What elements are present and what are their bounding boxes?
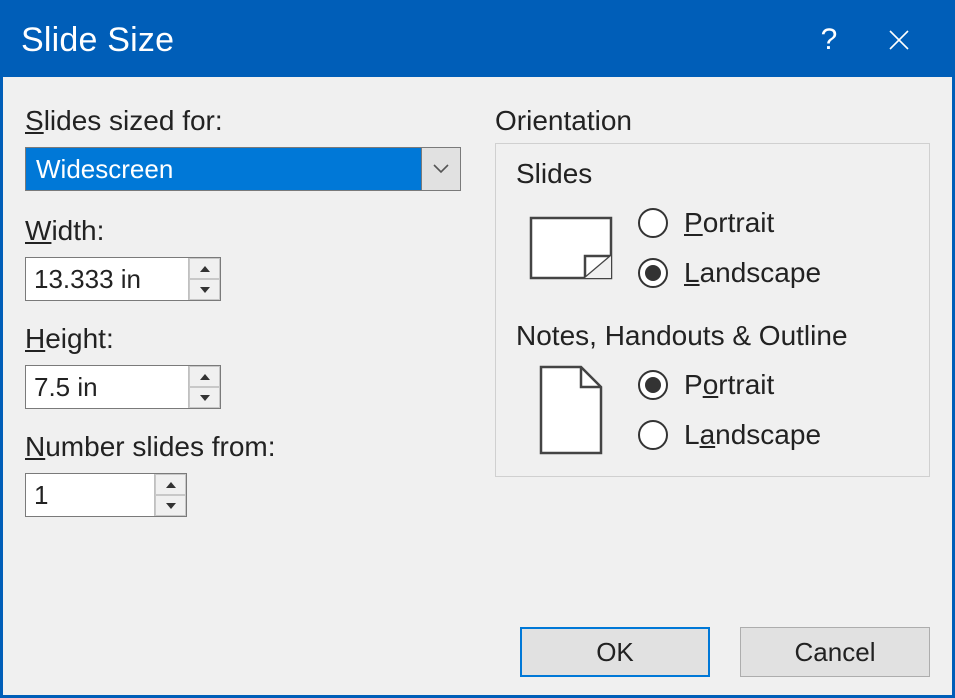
chevron-down-icon	[433, 164, 449, 174]
number-from-spinner[interactable]: 1	[25, 473, 187, 517]
combo-dropdown-button[interactable]	[421, 147, 461, 191]
notes-subgroup-label: Notes, Handouts & Outline	[516, 320, 913, 352]
caret-down-icon	[199, 286, 211, 294]
portrait-page-icon	[526, 360, 616, 460]
caret-up-icon	[165, 481, 177, 489]
width-spinner-buttons	[188, 258, 220, 300]
height-spin-down[interactable]	[189, 387, 220, 408]
orientation-label: Orientation	[495, 105, 930, 137]
ok-button[interactable]: OK	[520, 627, 710, 677]
radio-icon-selected	[638, 370, 668, 400]
radio-label: Portrait	[684, 207, 774, 239]
radio-icon-selected	[638, 258, 668, 288]
notes-orientation-row: Portrait Landscape	[512, 360, 913, 460]
right-column: Orientation Slides	[495, 105, 930, 677]
height-spin-up[interactable]	[189, 366, 220, 387]
height-spinner[interactable]: 7.5 in	[25, 365, 221, 409]
help-icon: ?	[821, 23, 838, 57]
dialog-content: Slides sized for: Widescreen Width: 13.3…	[3, 77, 952, 695]
cancel-button[interactable]: Cancel	[740, 627, 930, 677]
slides-sized-for-label: Slides sized for:	[25, 105, 465, 137]
dialog-footer: OK Cancel	[520, 627, 930, 677]
slides-radios: Portrait Landscape	[638, 207, 821, 289]
help-button[interactable]: ?	[794, 3, 864, 77]
radio-label: Portrait	[684, 369, 774, 401]
caret-down-icon	[199, 394, 211, 402]
slides-sized-for-value: Widescreen	[25, 147, 421, 191]
close-button[interactable]	[864, 3, 934, 77]
slides-portrait-radio[interactable]: Portrait	[638, 207, 821, 239]
notes-landscape-radio[interactable]: Landscape	[638, 419, 821, 451]
width-spin-up[interactable]	[189, 258, 220, 279]
number-spinner-buttons	[154, 474, 186, 516]
caret-down-icon	[165, 502, 177, 510]
number-spin-up[interactable]	[155, 474, 186, 495]
titlebar: Slide Size ?	[3, 3, 952, 77]
slides-sized-for-combo[interactable]: Widescreen	[25, 147, 461, 191]
caret-up-icon	[199, 265, 211, 273]
width-value[interactable]: 13.333 in	[26, 258, 188, 300]
radio-label: Landscape	[684, 419, 821, 451]
height-spinner-buttons	[188, 366, 220, 408]
notes-portrait-radio[interactable]: Portrait	[638, 369, 821, 401]
slides-orientation-row: Portrait Landscape	[512, 198, 913, 298]
caret-up-icon	[199, 373, 211, 381]
number-spin-down[interactable]	[155, 495, 186, 516]
radio-icon	[638, 208, 668, 238]
height-value[interactable]: 7.5 in	[26, 366, 188, 408]
width-label: Width:	[25, 215, 465, 247]
orientation-group: Slides Portrait	[495, 143, 930, 477]
slides-landscape-radio[interactable]: Landscape	[638, 257, 821, 289]
width-spinner[interactable]: 13.333 in	[25, 257, 221, 301]
radio-label: Landscape	[684, 257, 821, 289]
number-slides-from-label: Number slides from:	[25, 431, 465, 463]
notes-radios: Portrait Landscape	[638, 369, 821, 451]
close-icon	[888, 29, 910, 51]
left-column: Slides sized for: Widescreen Width: 13.3…	[25, 105, 465, 677]
landscape-page-icon	[526, 198, 616, 298]
height-label: Height:	[25, 323, 465, 355]
width-spin-down[interactable]	[189, 279, 220, 300]
slides-subgroup-label: Slides	[516, 158, 913, 190]
slide-size-dialog: Slide Size ? Slides sized for: Widescree…	[0, 0, 955, 698]
radio-icon	[638, 420, 668, 450]
dialog-title: Slide Size	[21, 21, 794, 60]
number-from-value[interactable]: 1	[26, 474, 154, 516]
